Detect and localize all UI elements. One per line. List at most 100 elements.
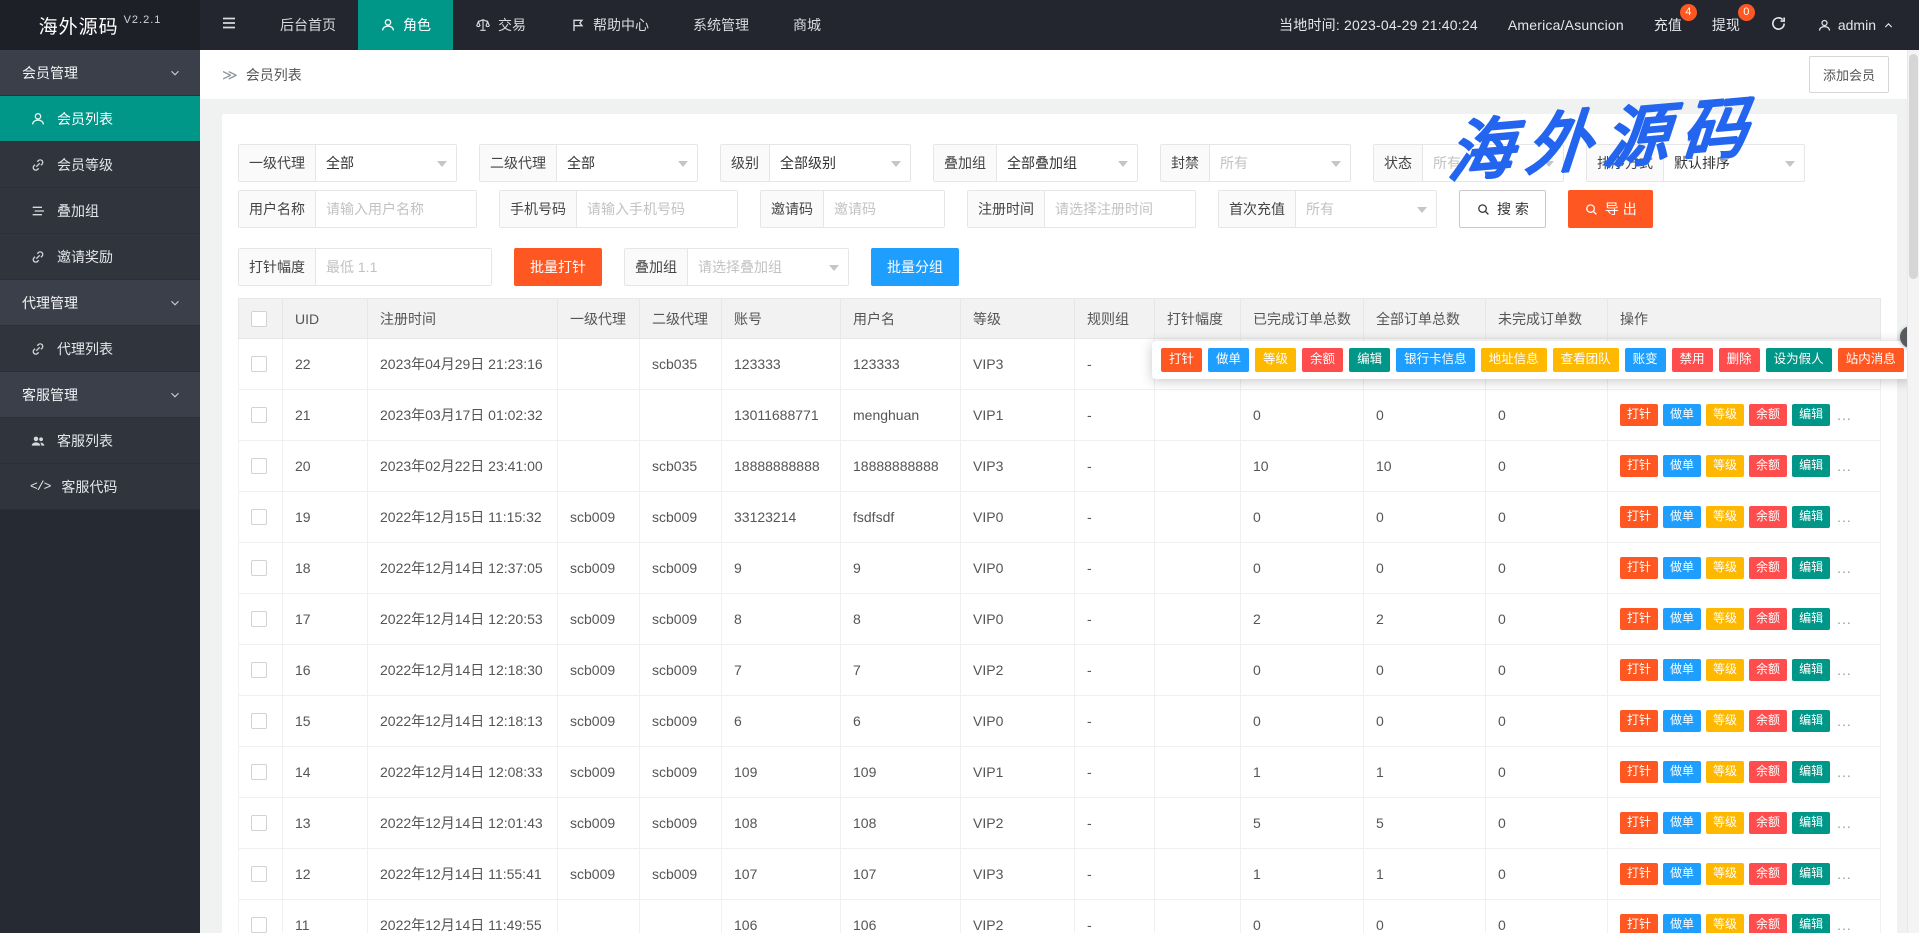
- action-编辑-button[interactable]: 编辑: [1792, 404, 1830, 425]
- more-actions-button[interactable]: ...: [1835, 407, 1852, 423]
- more-actions-button[interactable]: ...: [1835, 713, 1852, 729]
- filter-select-封禁[interactable]: 所有: [1210, 145, 1350, 181]
- nav-item-商城[interactable]: 商城: [771, 0, 843, 50]
- action-余额-button[interactable]: 余额: [1749, 557, 1787, 578]
- menu-toggle-button[interactable]: [200, 0, 258, 50]
- sidebar-item-客服代码[interactable]: </>客服代码: [0, 464, 200, 510]
- action-等级-button[interactable]: 等级: [1706, 608, 1744, 629]
- action-编辑-button[interactable]: 编辑: [1792, 761, 1830, 782]
- action-做单-button[interactable]: 做单: [1663, 404, 1701, 425]
- more-actions-button[interactable]: ...: [1835, 662, 1852, 678]
- row-checkbox[interactable]: [251, 407, 267, 423]
- filter-select-排序方式[interactable]: 默认排序: [1664, 145, 1804, 181]
- action-打针-button[interactable]: 打针: [1620, 710, 1658, 731]
- popup-action-设为假人-button[interactable]: 设为假人: [1766, 348, 1832, 372]
- popup-action-打针-button[interactable]: 打针: [1161, 348, 1202, 372]
- more-actions-button[interactable]: ...: [1835, 764, 1852, 780]
- action-做单-button[interactable]: 做单: [1663, 761, 1701, 782]
- invite-code-input[interactable]: [824, 191, 944, 227]
- action-编辑-button[interactable]: 编辑: [1792, 506, 1830, 527]
- filter-select-状态[interactable]: 所有: [1423, 145, 1563, 181]
- action-打针-button[interactable]: 打针: [1620, 608, 1658, 629]
- reg-time-input[interactable]: [1045, 191, 1195, 227]
- sidebar-item-邀请奖励[interactable]: 邀请奖励: [0, 234, 200, 280]
- row-checkbox[interactable]: [251, 560, 267, 576]
- export-button[interactable]: 导 出: [1568, 190, 1653, 228]
- nav-item-交易[interactable]: 交易: [453, 0, 548, 50]
- popup-action-编辑-button[interactable]: 编辑: [1349, 348, 1390, 372]
- filter-select-叠加组[interactable]: 全部叠加组: [997, 145, 1137, 181]
- inject-range-input[interactable]: [316, 249, 491, 285]
- row-checkbox[interactable]: [251, 815, 267, 831]
- action-做单-button[interactable]: 做单: [1663, 557, 1701, 578]
- action-余额-button[interactable]: 余额: [1749, 659, 1787, 680]
- action-打针-button[interactable]: 打针: [1620, 506, 1658, 527]
- sidebar-item-会员等级[interactable]: 会员等级: [0, 142, 200, 188]
- action-编辑-button[interactable]: 编辑: [1792, 710, 1830, 731]
- action-余额-button[interactable]: 余额: [1749, 812, 1787, 833]
- filter-select-二级代理[interactable]: 全部: [557, 145, 697, 181]
- action-做单-button[interactable]: 做单: [1663, 914, 1701, 933]
- action-等级-button[interactable]: 等级: [1706, 506, 1744, 527]
- recharge-link[interactable]: 充值 4: [1654, 15, 1682, 35]
- row-checkbox[interactable]: [251, 458, 267, 474]
- more-actions-button[interactable]: ...: [1835, 509, 1852, 525]
- action-余额-button[interactable]: 余额: [1749, 455, 1787, 476]
- action-编辑-button[interactable]: 编辑: [1792, 863, 1830, 884]
- action-编辑-button[interactable]: 编辑: [1792, 812, 1830, 833]
- withdraw-link[interactable]: 提现 0: [1712, 15, 1740, 35]
- stack-group-select[interactable]: 请选择叠加组: [688, 249, 848, 285]
- more-actions-button[interactable]: ...: [1835, 458, 1852, 474]
- first-charge-select[interactable]: 所有: [1296, 191, 1436, 227]
- action-打针-button[interactable]: 打针: [1620, 404, 1658, 425]
- nav-item-后台首页[interactable]: 后台首页: [258, 0, 358, 50]
- nav-item-角色[interactable]: 角色: [358, 0, 453, 50]
- add-member-button[interactable]: 添加会员: [1809, 56, 1889, 93]
- action-等级-button[interactable]: 等级: [1706, 761, 1744, 782]
- popup-action-银行卡信息-button[interactable]: 银行卡信息: [1396, 348, 1475, 372]
- sidebar-group-客服管理[interactable]: 客服管理: [0, 372, 200, 418]
- row-checkbox[interactable]: [251, 356, 267, 372]
- action-等级-button[interactable]: 等级: [1706, 863, 1744, 884]
- sidebar-item-代理列表[interactable]: 代理列表: [0, 326, 200, 372]
- row-checkbox[interactable]: [251, 713, 267, 729]
- action-编辑-button[interactable]: 编辑: [1792, 659, 1830, 680]
- row-checkbox[interactable]: [251, 917, 267, 933]
- username-input[interactable]: [316, 191, 476, 227]
- popup-action-地址信息-button[interactable]: 地址信息: [1481, 348, 1547, 372]
- row-checkbox[interactable]: [251, 509, 267, 525]
- action-等级-button[interactable]: 等级: [1706, 659, 1744, 680]
- action-余额-button[interactable]: 余额: [1749, 761, 1787, 782]
- action-打针-button[interactable]: 打针: [1620, 557, 1658, 578]
- action-打针-button[interactable]: 打针: [1620, 659, 1658, 680]
- row-checkbox[interactable]: [251, 764, 267, 780]
- phone-input[interactable]: [577, 191, 737, 227]
- action-打针-button[interactable]: 打针: [1620, 812, 1658, 833]
- nav-item-帮助中心[interactable]: 帮助中心: [548, 0, 671, 50]
- action-编辑-button[interactable]: 编辑: [1792, 914, 1830, 933]
- popup-action-禁用-button[interactable]: 禁用: [1672, 348, 1713, 372]
- action-等级-button[interactable]: 等级: [1706, 404, 1744, 425]
- action-等级-button[interactable]: 等级: [1706, 812, 1744, 833]
- action-做单-button[interactable]: 做单: [1663, 455, 1701, 476]
- more-actions-button[interactable]: ...: [1835, 866, 1852, 882]
- sidebar-group-代理管理[interactable]: 代理管理: [0, 280, 200, 326]
- sidebar-item-客服列表[interactable]: 客服列表: [0, 418, 200, 464]
- action-做单-button[interactable]: 做单: [1663, 863, 1701, 884]
- more-actions-button[interactable]: ...: [1835, 560, 1852, 576]
- popup-action-删除-button[interactable]: 删除: [1719, 348, 1760, 372]
- action-余额-button[interactable]: 余额: [1749, 710, 1787, 731]
- select-all-checkbox[interactable]: [251, 311, 267, 327]
- action-打针-button[interactable]: 打针: [1620, 761, 1658, 782]
- action-打针-button[interactable]: 打针: [1620, 455, 1658, 476]
- action-做单-button[interactable]: 做单: [1663, 659, 1701, 680]
- row-checkbox[interactable]: [251, 611, 267, 627]
- action-余额-button[interactable]: 余额: [1749, 404, 1787, 425]
- action-做单-button[interactable]: 做单: [1663, 710, 1701, 731]
- row-checkbox[interactable]: [251, 662, 267, 678]
- action-余额-button[interactable]: 余额: [1749, 506, 1787, 527]
- action-打针-button[interactable]: 打针: [1620, 914, 1658, 933]
- batch-inject-button[interactable]: 批量打针: [514, 248, 602, 286]
- action-等级-button[interactable]: 等级: [1706, 914, 1744, 933]
- sidebar-item-叠加组[interactable]: 叠加组: [0, 188, 200, 234]
